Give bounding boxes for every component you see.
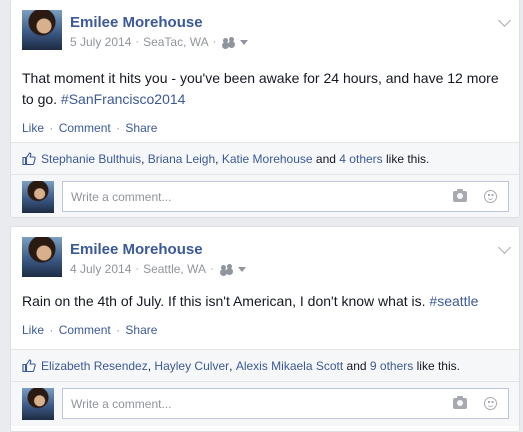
- commenter-avatar: [22, 181, 54, 213]
- post-text: That moment it hits you - you've been aw…: [22, 68, 507, 110]
- comment-input[interactable]: [62, 388, 509, 419]
- meta-separator: ·: [135, 263, 140, 275]
- others-link[interactable]: 4 others: [339, 152, 382, 166]
- author-avatar[interactable]: [22, 237, 62, 277]
- emoji-icon[interactable]: [484, 190, 497, 203]
- comment-composer: [11, 381, 519, 426]
- action-separator: ·: [49, 121, 54, 135]
- author-name[interactable]: Emilee Morehouse: [70, 14, 203, 31]
- comment-input[interactable]: [62, 181, 509, 212]
- post-header: Emilee Morehouse 5 July 2014 · SeaTac, W…: [11, 0, 519, 56]
- liker-link[interactable]: Hayley Culver: [154, 359, 229, 373]
- liker-link[interactable]: Stephanie Bulthuis: [41, 152, 141, 166]
- comment-link[interactable]: Comment: [59, 323, 111, 337]
- feed-post: Emilee Morehouse 4 July 2014 · Seattle, …: [10, 226, 520, 432]
- post-meta: 5 July 2014 · SeaTac, WA ·: [70, 35, 249, 49]
- list-separator: ,: [141, 151, 145, 166]
- caret-down-icon[interactable]: [237, 266, 246, 272]
- likes-summary: Stephanie Bulthuis, Briana Leigh, Katie …: [11, 142, 519, 174]
- camera-icon[interactable]: [453, 189, 467, 202]
- liker-link[interactable]: Briana Leigh: [148, 152, 215, 166]
- author-name[interactable]: Emilee Morehouse: [70, 241, 203, 258]
- post-text: Rain on the 4th of July. If this isn't A…: [22, 291, 507, 312]
- like-link[interactable]: Like: [22, 121, 44, 135]
- like-link[interactable]: Like: [22, 323, 44, 337]
- post-date[interactable]: 5 July 2014: [70, 35, 131, 49]
- likes-suffix: like this.: [386, 151, 430, 166]
- post-meta: 4 July 2014 · Seattle, WA ·: [70, 262, 246, 276]
- emoji-icon[interactable]: [484, 397, 497, 410]
- liker-link[interactable]: Alexis Mikaela Scott: [236, 359, 343, 373]
- list-separator: ,: [229, 358, 233, 373]
- caret-down-icon[interactable]: [240, 39, 249, 45]
- post-actions: Like · Comment · Share: [22, 323, 157, 337]
- thumbs-up-icon: [22, 152, 36, 165]
- feed-post: Emilee Morehouse 5 July 2014 · SeaTac, W…: [10, 0, 520, 218]
- thumbs-up-icon: [22, 359, 36, 372]
- commenter-avatar: [22, 388, 54, 420]
- author-avatar[interactable]: [22, 10, 62, 50]
- post-actions: Like · Comment · Share: [22, 121, 157, 135]
- liker-link[interactable]: Elizabeth Resendez: [41, 359, 148, 373]
- list-separator: ,: [215, 151, 219, 166]
- meta-separator: ·: [135, 36, 140, 48]
- hashtag-link[interactable]: #seattle: [429, 293, 478, 309]
- likes-and-text: and: [315, 151, 336, 166]
- post-options-chevron-icon[interactable]: [498, 14, 511, 27]
- comment-composer: [11, 174, 519, 217]
- post-location[interactable]: SeaTac, WA: [143, 35, 209, 49]
- action-separator: ·: [49, 323, 54, 337]
- post-date[interactable]: 4 July 2014: [70, 262, 131, 276]
- comment-link[interactable]: Comment: [59, 121, 111, 135]
- friends-audience-icon[interactable]: [223, 37, 235, 47]
- action-separator: ·: [116, 121, 121, 135]
- post-location[interactable]: Seattle, WA: [143, 262, 206, 276]
- others-link[interactable]: 9 others: [370, 359, 413, 373]
- post-body: Rain on the 4th of July. If this isn't A…: [22, 293, 430, 309]
- post-options-chevron-icon[interactable]: [498, 241, 511, 254]
- action-separator: ·: [116, 323, 121, 337]
- meta-separator: ·: [212, 36, 217, 48]
- friends-audience-icon[interactable]: [220, 264, 232, 274]
- likes-suffix: like this.: [416, 358, 460, 373]
- meta-separator: ·: [209, 263, 214, 275]
- camera-icon[interactable]: [453, 396, 467, 409]
- share-link[interactable]: Share: [125, 323, 157, 337]
- hashtag-link[interactable]: #SanFrancisco2014: [61, 91, 186, 107]
- liker-link[interactable]: Katie Morehouse: [222, 152, 313, 166]
- likes-summary: Elizabeth Resendez, Hayley Culver, Alexi…: [11, 349, 519, 381]
- list-separator: ,: [147, 358, 152, 373]
- post-header: Emilee Morehouse 4 July 2014 · Seattle, …: [11, 227, 519, 283]
- share-link[interactable]: Share: [125, 121, 157, 135]
- likes-and-text: and: [346, 358, 367, 373]
